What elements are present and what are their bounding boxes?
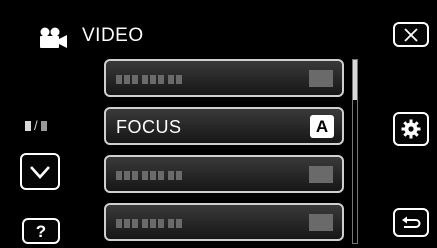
menu-item-value-placeholder bbox=[309, 70, 333, 87]
menu-item-focus[interactable]: FOCUS A bbox=[104, 107, 344, 145]
scrollbar-thumb[interactable] bbox=[353, 60, 357, 100]
help-button[interactable]: ? bbox=[22, 218, 60, 244]
settings-button[interactable] bbox=[393, 112, 429, 146]
menu-item-label-placeholder bbox=[116, 75, 182, 84]
back-button[interactable] bbox=[393, 208, 429, 237]
menu-item[interactable] bbox=[104, 59, 344, 97]
help-label: ? bbox=[35, 221, 47, 241]
scrollbar[interactable] bbox=[352, 59, 358, 244]
gear-icon bbox=[401, 119, 421, 139]
menu-item-label-placeholder bbox=[116, 219, 182, 228]
menu-item-value-placeholder bbox=[309, 214, 333, 231]
return-arrow-icon bbox=[402, 216, 421, 228]
video-camera-icon bbox=[38, 27, 68, 49]
menu-item[interactable] bbox=[104, 155, 344, 193]
page-indicator-icon: / bbox=[25, 119, 47, 132]
auto-focus-badge: A bbox=[310, 115, 334, 138]
scroll-down-button[interactable] bbox=[20, 153, 60, 190]
menu-item[interactable] bbox=[104, 203, 344, 241]
close-icon bbox=[404, 27, 418, 42]
menu-item-label-placeholder bbox=[116, 171, 182, 180]
menu-item-value-placeholder bbox=[309, 166, 333, 183]
menu-item-label: FOCUS bbox=[116, 117, 182, 137]
page-title: VIDEO bbox=[82, 25, 144, 46]
close-button[interactable] bbox=[393, 22, 429, 47]
auto-focus-value: A bbox=[315, 116, 329, 136]
chevron-down-icon bbox=[30, 165, 50, 179]
